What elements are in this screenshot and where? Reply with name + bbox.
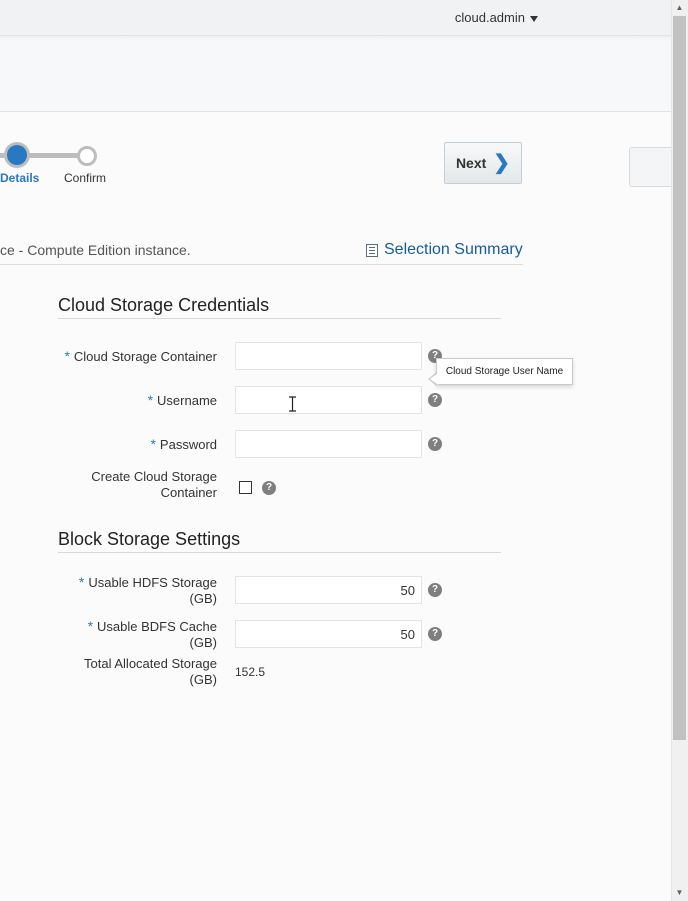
total-storage-value: 152.5 (235, 665, 266, 679)
required-marker: * (64, 348, 70, 364)
chevron-right-icon: ❯ (493, 152, 511, 174)
text-cursor-icon (289, 396, 296, 412)
next-button[interactable]: Next ❯ (444, 142, 522, 184)
user-menu[interactable]: cloud.admin (455, 10, 538, 25)
divider (0, 264, 523, 265)
required-marker: * (150, 436, 156, 452)
scroll-down-icon[interactable]: ▼ (671, 885, 688, 901)
username-input[interactable] (235, 386, 422, 414)
header-band (0, 36, 671, 112)
password-label: * Password (150, 436, 217, 452)
scrollbar-thumb[interactable] (673, 16, 686, 740)
help-icon[interactable]: ? (428, 583, 442, 597)
help-icon[interactable]: ? (428, 437, 442, 451)
container-label: * Cloud Storage Container (64, 348, 217, 364)
train-stop-details[interactable] (7, 145, 27, 165)
required-marker: * (87, 618, 94, 634)
total-storage-label: Total Allocated Storage (GB) (84, 656, 217, 687)
tooltip-pointer-fill (430, 373, 438, 385)
train-label-details[interactable]: Details (0, 171, 39, 185)
selection-summary-link[interactable]: Selection Summary (366, 241, 523, 259)
page-description: ce - Compute Edition instance. (0, 242, 191, 258)
password-input[interactable] (235, 430, 422, 458)
caret-down-icon (530, 15, 538, 22)
selection-summary-label: Selection Summary (384, 241, 523, 258)
section-divider (58, 552, 501, 553)
section-divider (58, 318, 501, 319)
create-container-checkbox[interactable] (239, 481, 252, 494)
help-icon[interactable]: ? (262, 481, 276, 495)
checklist-icon (366, 243, 378, 257)
train-label-confirm[interactable]: Confirm (64, 171, 106, 185)
bdfs-label: * Usable BDFS Cache (GB) (87, 618, 217, 650)
username-label: * Username (147, 392, 217, 408)
top-bar (0, 0, 671, 36)
section-title-credentials: Cloud Storage Credentials (58, 295, 270, 315)
required-marker: * (147, 392, 154, 408)
tooltip-text: Cloud Storage User Name (445, 366, 564, 377)
user-name: cloud.admin (454, 10, 525, 25)
help-icon[interactable]: ? (428, 393, 442, 407)
create-container-label: Create Cloud Storage Container (91, 469, 217, 500)
help-icon[interactable]: ? (428, 627, 442, 641)
train-stop-confirm[interactable] (77, 146, 97, 166)
scroll-up-icon[interactable]: ▲ (671, 0, 688, 16)
section-title-block-storage: Block Storage Settings (58, 529, 241, 549)
hdfs-label: * Usable HDFS Storage (GB) (78, 574, 217, 606)
hdfs-storage-input[interactable] (235, 576, 422, 604)
required-marker: * (78, 574, 85, 590)
container-input[interactable] (235, 342, 422, 370)
bdfs-cache-input[interactable] (235, 620, 422, 648)
side-panel-button[interactable] (629, 147, 671, 187)
next-button-label: Next (455, 155, 487, 171)
tooltip: Cloud Storage User Name (436, 358, 573, 385)
